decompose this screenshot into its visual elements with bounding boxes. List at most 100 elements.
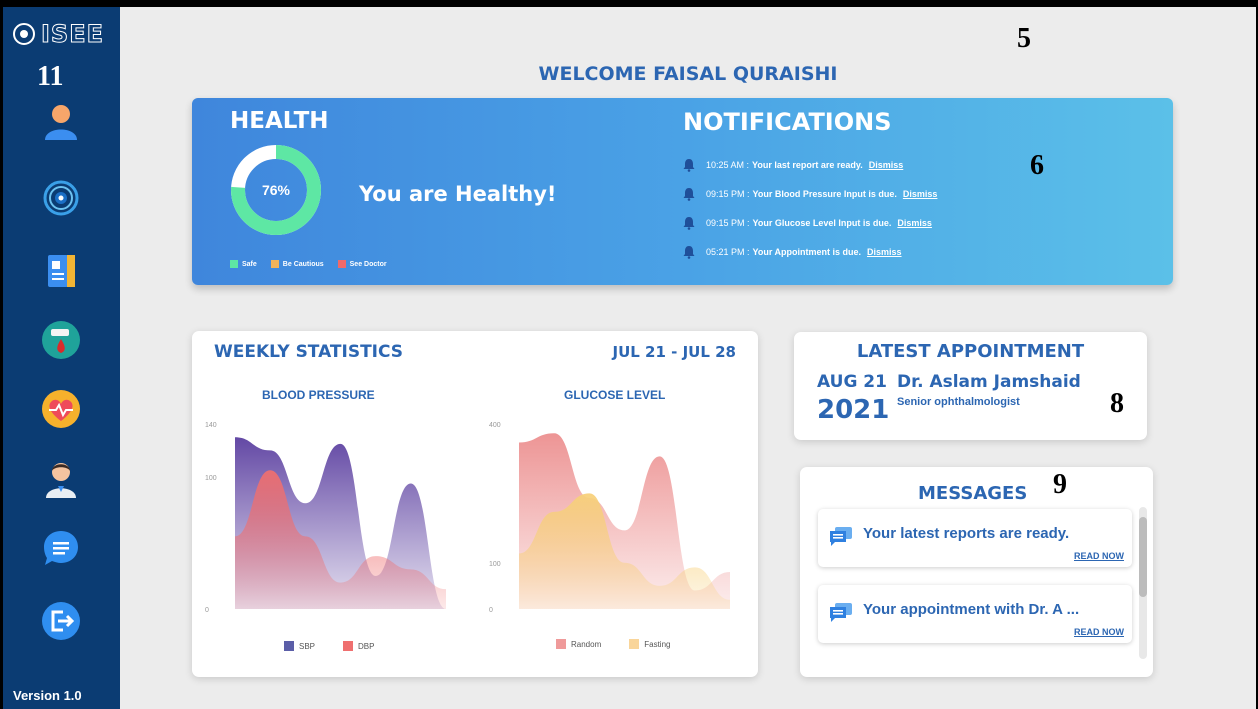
chat-icon <box>44 531 78 565</box>
logout-icon <box>42 602 80 640</box>
notification-message: Your Blood Pressure Input is due. <box>752 188 897 199</box>
read-now-link[interactable]: READ NOW <box>1074 627 1124 637</box>
sidebar-item-doctor[interactable] <box>41 459 81 499</box>
annotation-number: 8 <box>1110 388 1124 419</box>
appointment-year: 2021 <box>817 395 890 425</box>
sidebar-item-logout[interactable] <box>41 601 81 641</box>
notification-message: Your Appointment is due. <box>752 246 862 257</box>
notification-time: 09:15 PM : <box>706 188 750 199</box>
legend-label: SBP <box>299 641 316 651</box>
notification-item: 10:25 AM : Your last report are ready. Dis… <box>682 150 937 179</box>
legend-item: Fasting <box>629 639 670 649</box>
logo-icon <box>13 23 35 45</box>
notification-message: Your last report are ready. <box>752 159 863 170</box>
eye-scan-icon <box>43 180 79 216</box>
dismiss-link[interactable]: Dismiss <box>897 218 932 228</box>
read-now-link[interactable]: READ NOW <box>1074 551 1124 561</box>
sidebar-item-messages[interactable] <box>41 528 81 568</box>
chart-title: BLOOD PRESSURE <box>262 388 375 402</box>
appointment-date: AUG 21 <box>817 372 887 392</box>
annotation-number: 9 <box>1053 469 1067 500</box>
messages-title: MESSAGES <box>918 483 1028 504</box>
sidebar-item-heart-rate[interactable] <box>41 389 81 429</box>
weekly-title: WEEKLY STATISTICS <box>214 342 404 362</box>
sidebar: ISEE 11 Version 1.0 <box>3 7 120 709</box>
appointment-doctor: Dr. Aslam Jamshaid <box>897 372 1081 392</box>
legend-label: Random <box>571 639 602 649</box>
app-window: ISEE 11 Version 1.0 WELCOME FAISAL QURAI… <box>3 7 1256 709</box>
doctor-icon <box>46 463 76 498</box>
legend-item: See Doctor <box>337 260 387 268</box>
blood-pressure-legend: SBP DBP <box>284 641 374 651</box>
blood-pressure-chart: 0 100 140 <box>205 422 446 614</box>
health-status: You are Healthy! <box>359 182 557 206</box>
app-version: Version 1.0 <box>13 688 82 703</box>
health-notifications-card: HEALTH 76% You are Healthy! Safe Be Cauti… <box>192 98 1173 285</box>
weekly-statistics-card: WEEKLY STATISTICS JUL 21 - JUL 28 BLOOD … <box>192 331 758 677</box>
legend-swatch <box>270 260 279 268</box>
logo-text: ISEE <box>40 20 105 49</box>
legend-label: DBP <box>358 641 375 651</box>
notification-time: 05:21 PM : <box>706 246 750 257</box>
weekly-date-range: JUL 21 - JUL 28 <box>612 343 736 361</box>
heart-rate-icon <box>42 390 80 428</box>
chart-title: GLUCOSE LEVEL <box>564 388 666 402</box>
app-logo[interactable]: ISEE <box>13 20 105 49</box>
legend-swatch <box>337 260 346 268</box>
glucose-level-chart: 0 100 400 <box>489 422 730 614</box>
notification-item: 09:15 PM : Your Glucose Level Input is du… <box>682 208 937 237</box>
sidebar-item-profile[interactable] <box>41 102 81 142</box>
page-title: WELCOME FAISAL QURAISHI <box>538 63 838 85</box>
legend-swatch <box>230 260 238 268</box>
scrollbar-thumb[interactable] <box>1139 517 1147 597</box>
y-tick-label: 0 <box>205 607 209 614</box>
glucose-level-legend: Random Fasting <box>556 639 670 649</box>
message-icon <box>830 527 852 546</box>
medical-records-icon <box>48 255 75 287</box>
bell-icon <box>683 158 695 172</box>
legend-item: SBP <box>284 641 315 651</box>
legend-item: Random <box>556 639 601 649</box>
notification-message: Your Glucose Level Input is due. <box>752 217 892 228</box>
blood-drop-icon <box>42 321 80 359</box>
notification-time: 10:25 AM : <box>706 159 750 170</box>
legend-label: See Doctor <box>349 260 387 268</box>
y-tick-label: 100 <box>205 475 217 482</box>
legend-item: Be Cautious <box>270 260 324 268</box>
legend-item: DBP <box>343 641 374 651</box>
messages-scrollbar[interactable] <box>1139 507 1147 659</box>
health-title: HEALTH <box>230 108 329 134</box>
legend-label: Fasting <box>644 639 671 649</box>
notification-item: 05:21 PM : Your Appointment is due. Dismis… <box>682 237 937 266</box>
legend-item: Safe <box>230 260 257 268</box>
sidebar-item-records[interactable] <box>41 251 81 291</box>
legend-label: Safe <box>242 260 257 268</box>
annotation-number: 5 <box>1017 23 1031 54</box>
sidebar-item-eye-scan[interactable] <box>41 178 81 218</box>
dismiss-link[interactable]: Dismiss <box>869 160 904 170</box>
notification-time: 09:15 PM : <box>706 217 750 228</box>
messages-card: MESSAGES 9 Your latest reports are ready… <box>800 467 1153 677</box>
bell-icon <box>683 187 695 201</box>
bell-icon <box>683 216 695 230</box>
message-item[interactable]: Your appointment with Dr. A ... READ NOW <box>818 585 1132 643</box>
y-tick-label: 100 <box>489 561 501 568</box>
sidebar-item-glucose[interactable] <box>41 320 81 360</box>
y-tick-label: 0 <box>489 607 493 614</box>
message-icon <box>830 603 852 622</box>
latest-appointment-card[interactable]: LATEST APPOINTMENT AUG 21 2021 Dr. Aslam… <box>794 332 1147 440</box>
message-text: Your appointment with Dr. A ... <box>863 601 1080 618</box>
appointment-title: LATEST APPOINTMENT <box>856 341 1085 362</box>
y-tick-label: 400 <box>489 422 501 429</box>
legend-label: Be Cautious <box>282 260 324 268</box>
dismiss-link[interactable]: Dismiss <box>903 189 938 199</box>
notifications-list: 10:25 AM : Your last report are ready. Dis… <box>682 150 937 266</box>
dismiss-link[interactable]: Dismiss <box>867 247 902 257</box>
y-tick-label: 140 <box>205 422 217 429</box>
message-item[interactable]: Your latest reports are ready. READ NOW <box>818 509 1132 567</box>
appointment-doctor-role: Senior ophthalmologist <box>897 396 1020 408</box>
health-legend: Safe Be Cautious See Doctor <box>230 260 387 268</box>
notifications-title: NOTIFICATIONS <box>683 108 892 136</box>
bell-icon <box>683 245 695 259</box>
user-profile-icon <box>45 105 77 140</box>
